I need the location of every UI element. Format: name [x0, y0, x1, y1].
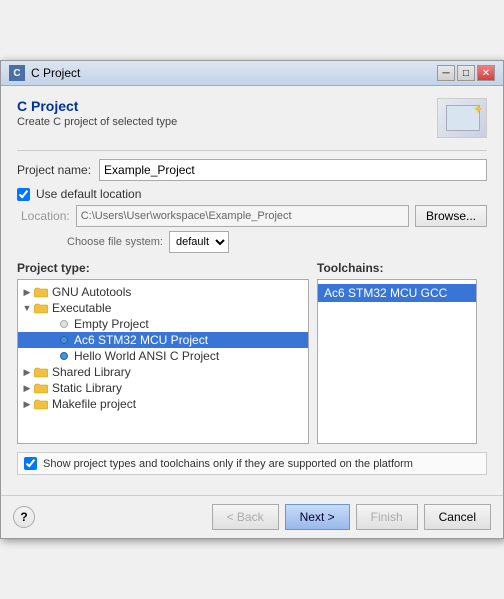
tree-item-ac6-stm32[interactable]: Ac6 STM32 MCU Project [18, 332, 308, 348]
star-icon: ✦ [472, 101, 484, 118]
minimize-button[interactable]: ─ [437, 65, 455, 81]
header-separator [17, 150, 487, 151]
project-type-tree[interactable]: ▶ GNU Autotools ▼ [17, 279, 309, 444]
window: C C Project ─ □ ✕ C Project Create C pro… [0, 60, 504, 539]
toggle-makefile: ▶ [22, 399, 32, 410]
gnu-autotools-label: GNU Autotools [52, 285, 131, 299]
location-label: Location: [21, 209, 70, 223]
empty-project-label: Empty Project [74, 317, 149, 331]
makefile-label: Makefile project [52, 397, 136, 411]
folder-icon-executable [34, 302, 50, 314]
bullet-hello-world [60, 352, 68, 360]
header-icon: ✦ [437, 98, 487, 138]
toggle-executable: ▼ [22, 303, 32, 313]
tree-item-hello-world[interactable]: Hello World ANSI C Project [18, 348, 308, 364]
footer-left: ? [13, 506, 35, 528]
toggle-static-library: ▶ [22, 383, 32, 394]
back-button[interactable]: < Back [212, 504, 279, 530]
folder-icon-shared-library [34, 366, 50, 378]
footer-right: < Back Next > Finish Cancel [212, 504, 491, 530]
executable-label: Executable [52, 301, 111, 315]
filesystem-select[interactable]: default [169, 231, 229, 253]
maximize-button[interactable]: □ [457, 65, 475, 81]
panels-row: Project type: ▶ GNU Autotools [17, 261, 487, 444]
folder-icon-gnu-autotools [34, 286, 50, 298]
page-title: C Project [17, 98, 177, 114]
header-text: C Project Create C project of selected t… [17, 98, 177, 128]
toolchain-panel[interactable]: Ac6 STM32 MCU GCC [317, 279, 477, 444]
toggle-shared-library: ▶ [22, 367, 32, 378]
next-button[interactable]: Next > [285, 504, 350, 530]
project-name-label: Project name: [17, 163, 91, 177]
default-location-checkbox[interactable] [17, 188, 30, 201]
tree-item-empty-project[interactable]: Empty Project [18, 316, 308, 332]
bullet-empty-project [60, 320, 68, 328]
ac6-stm32-label: Ac6 STM32 MCU Project [74, 333, 208, 347]
help-button[interactable]: ? [13, 506, 35, 528]
project-name-row: Project name: [17, 159, 487, 181]
main-content: C Project Create C project of selected t… [1, 86, 503, 495]
folder-icon-static-library [34, 382, 50, 394]
toolchain-item-ac6-gcc[interactable]: Ac6 STM32 MCU GCC [318, 284, 476, 302]
toolchains-section: Toolchains: Ac6 STM32 MCU GCC [317, 261, 487, 444]
toolchains-label: Toolchains: [317, 261, 487, 275]
default-location-row: Use default location [17, 187, 487, 201]
static-library-label: Static Library [52, 381, 122, 395]
filesystem-label: Choose file system: [67, 236, 163, 248]
toggle-gnu-autotools: ▶ [22, 287, 32, 298]
filesystem-row: Choose file system: default [17, 231, 487, 253]
default-location-label: Use default location [36, 187, 141, 201]
toolchain-ac6-gcc-label: Ac6 STM32 MCU GCC [324, 286, 447, 300]
project-type-section: Project type: ▶ GNU Autotools [17, 261, 309, 444]
finish-button[interactable]: Finish [356, 504, 418, 530]
title-bar: C C Project ─ □ ✕ [1, 61, 503, 86]
platform-filter-label: Show project types and toolchains only i… [43, 458, 413, 470]
location-input[interactable] [76, 205, 409, 227]
page-subtitle: Create C project of selected type [17, 116, 177, 128]
bottom-checkbox-row: Show project types and toolchains only i… [17, 452, 487, 475]
bullet-ac6-stm32 [60, 336, 68, 344]
tree-item-shared-library[interactable]: ▶ Shared Library [18, 364, 308, 380]
close-button[interactable]: ✕ [477, 65, 495, 81]
folder-icon-makefile [34, 398, 50, 410]
footer: ? < Back Next > Finish Cancel [1, 495, 503, 538]
location-row: Location: Browse... [17, 205, 487, 227]
cancel-button[interactable]: Cancel [424, 504, 491, 530]
tree-item-makefile[interactable]: ▶ Makefile project [18, 396, 308, 412]
browse-button[interactable]: Browse... [415, 205, 487, 227]
project-type-label: Project type: [17, 261, 309, 275]
window-title: C Project [31, 66, 80, 80]
tree-item-gnu-autotools[interactable]: ▶ GNU Autotools [18, 284, 308, 300]
shared-library-label: Shared Library [52, 365, 131, 379]
platform-filter-checkbox[interactable] [24, 457, 37, 470]
project-name-input[interactable] [99, 159, 487, 181]
tree-item-executable[interactable]: ▼ Executable [18, 300, 308, 316]
title-controls: ─ □ ✕ [437, 65, 495, 81]
title-bar-left: C C Project [9, 65, 80, 81]
header-section: C Project Create C project of selected t… [17, 98, 487, 138]
tree-item-static-library[interactable]: ▶ Static Library [18, 380, 308, 396]
hello-world-label: Hello World ANSI C Project [74, 349, 219, 363]
window-icon: C [9, 65, 25, 81]
